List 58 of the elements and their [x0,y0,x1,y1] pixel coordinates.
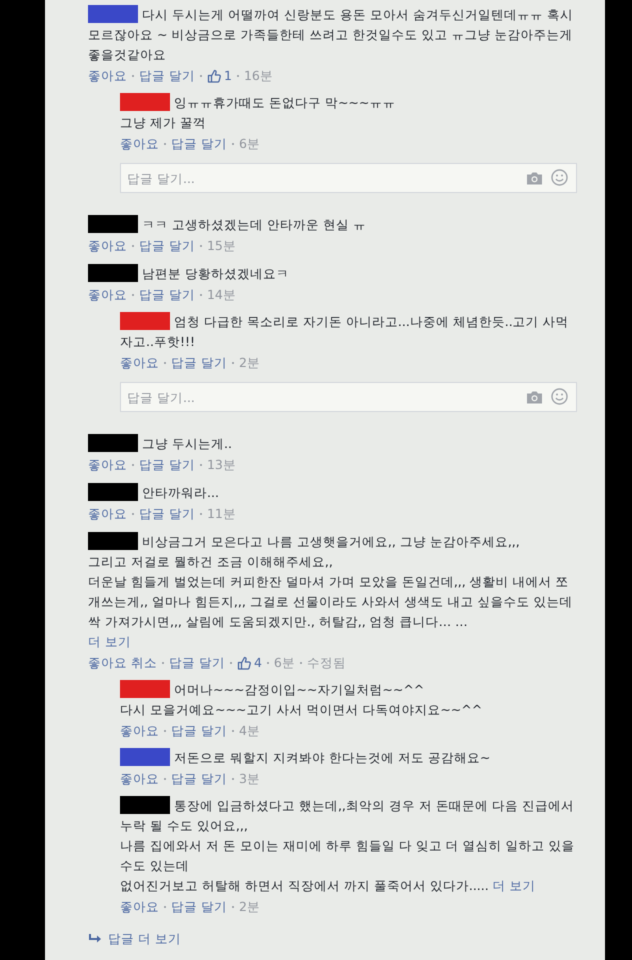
smiley-icon [551,169,568,186]
like-link[interactable]: 좋아요 취소 [88,653,157,673]
see-more-link[interactable]: 더 보기 [492,878,536,893]
reply-arrow-icon [88,934,102,944]
timestamp: 2분 [238,354,260,372]
timestamp: 3분 [238,770,260,788]
thumbs-up-icon [236,656,252,670]
reply-link[interactable]: 답글 달기 [139,66,195,86]
reply-link[interactable]: 답글 달기 [171,769,227,789]
reply-link[interactable]: 답글 달기 [139,455,195,475]
reply-link[interactable]: 답글 달기 [171,721,227,741]
timestamp: 13분 [206,456,236,474]
see-more-link[interactable]: 더 보기 [88,632,577,652]
reply-link[interactable]: 답글 달기 [171,897,227,917]
camera-icon [526,171,543,185]
reply-link[interactable]: 답글 달기 [171,353,227,373]
comment-text: 어머나~~~감정이입~~자기일처럼~~^^ 다시 모을거예요~~~고기 사서 먹이면서 다독여야지요~~^^ [120,682,482,717]
timestamp: 15분 [206,237,236,255]
timestamp: 6분 [274,654,295,672]
timestamp: 11분 [206,505,236,523]
timestamp: 14분 [206,286,236,304]
like-link[interactable]: 좋아요 [88,455,127,475]
comment-text: 안타까워라... [142,485,219,500]
reply-field[interactable]: 답글 달기... [120,382,577,412]
reply-link[interactable]: 답글 달기 [139,285,195,305]
timestamp: 16분 [244,67,273,85]
smiley-icon [551,388,568,405]
camera-icon [526,390,543,404]
like-link[interactable]: 좋아요 [120,769,159,789]
comment-text: 통장에 입금하셨다고 했는데,,최악의 경우 저 돈때문에 다음 진급에서 누락 될 수도 있어요,,, 나름 집에와서 저 돈 모이는 재미에 하루 힘들일 다 잊고 더 열심히 일하고 있을 수도 있는데 없어진거보고 허탈해 하면서 직장에서 까지 풀죽어서 있다가..... 더 보기 [120,798,575,893]
like-link[interactable]: 좋아요 [88,504,127,524]
reply-link[interactable]: 답글 달기 [168,653,225,673]
reply-link[interactable]: 답글 달기 [139,236,195,256]
like-link[interactable]: 좋아요 [88,66,127,86]
reply-link[interactable]: 답글 달기 [171,134,227,154]
edited-label[interactable]: 수정됨 [306,653,346,673]
comment-text: ㅋㅋ 고생하셨겠는데 안타까운 현실 ㅠ [142,217,366,232]
timestamp: 6분 [238,135,260,153]
more-replies-link[interactable]: 답글 더 보기 [108,929,181,949]
like-link[interactable]: 좋아요 [120,134,159,154]
reply-link[interactable]: 답글 달기 [139,504,195,524]
like-link[interactable]: 좋아요 [120,353,159,373]
comment-text: 잉ㅠㅠ휴가때도 돈없다구 막~~~ㅠㅠ 그냥 제가 꿀꺽 [120,95,396,130]
like-link[interactable]: 좋아요 [88,236,127,256]
thumbs-up-icon [206,69,222,83]
comment-text: 다시 두시는게 어떨까여 신랑분도 용돈 모아서 숨겨두신거일텐데ㅠㅠ 혹시 모르잖아요 ~ 비상금으로 가족들한테 쓰려고 한것일수도 있고 ㅠ그냥 눈감아주는게 좋을것같아요 [88,7,573,62]
comment-text: 그냥 두시는게.. [142,436,232,451]
timestamp: 2분 [238,898,260,916]
comment-text: 엄청 다급한 목소리로 자기돈 아니라고...나중에 체념한듯..고기 사먹자고..푸핫!!! [120,314,569,349]
timestamp: 4분 [238,722,260,740]
like-link[interactable]: 좋아요 [120,897,159,917]
comment-text: 저돈으로 뭐할지 지켜봐야 한다는것에 저도 공감해요~ [174,750,490,765]
like-link[interactable]: 좋아요 [120,721,159,741]
like-count: 1 [224,67,232,85]
reply-field[interactable]: 답글 달기... [120,163,577,193]
like-count: 4 [254,654,262,672]
comment-text: 남편분 당황하셨겠네요ㅋ [142,266,289,281]
like-link[interactable]: 좋아요 [88,285,127,305]
